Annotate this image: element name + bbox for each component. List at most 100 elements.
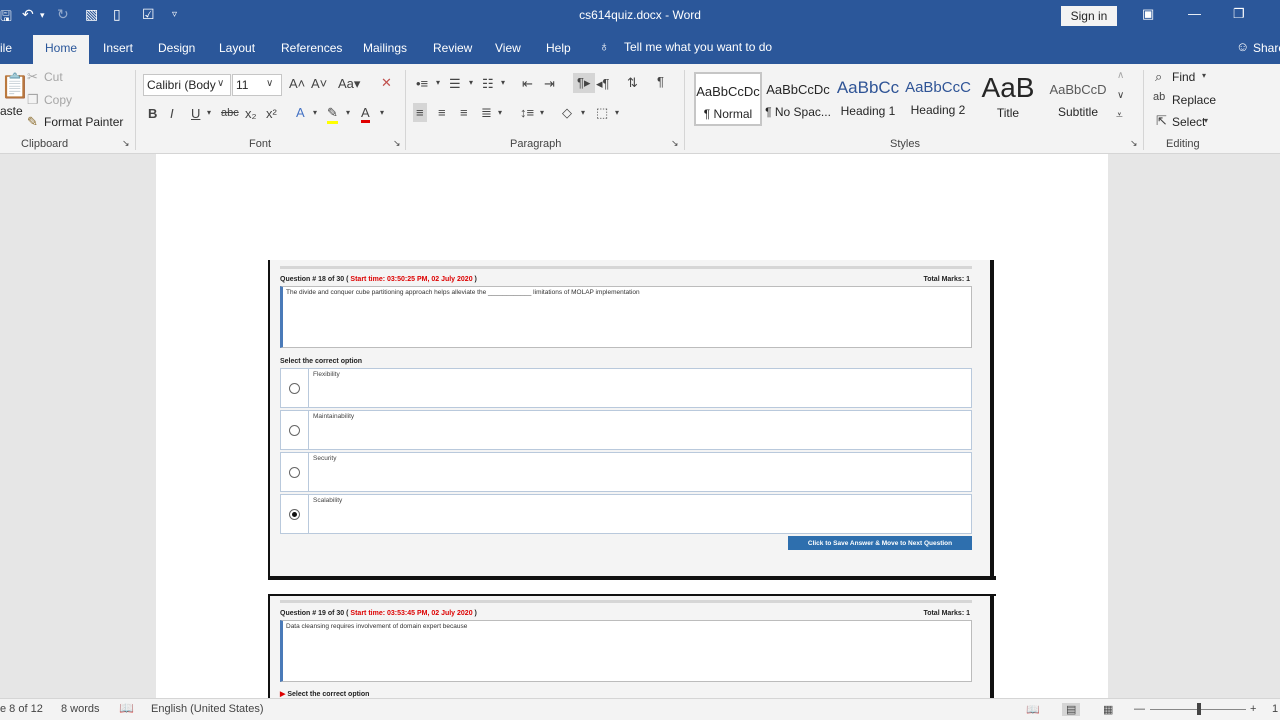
style-heading-2[interactable]: AaBbCcC Heading 2 bbox=[904, 72, 972, 126]
ribbon-display-icon[interactable]: ▣ bbox=[1142, 6, 1154, 22]
styles-scroll-down-icon[interactable]: ∨ bbox=[1117, 90, 1124, 101]
page-count[interactable]: e 8 of 12 bbox=[0, 703, 43, 715]
styles-scroll-up-icon[interactable]: ∧ bbox=[1117, 70, 1124, 81]
change-case-icon[interactable]: Aa▾ bbox=[338, 76, 360, 92]
find-button[interactable]: Find bbox=[1172, 70, 1195, 84]
cut-button[interactable]: Cut bbox=[44, 70, 63, 84]
style-normal[interactable]: AaBbCcDc ¶ Normal bbox=[694, 72, 762, 126]
zoom-in-icon[interactable]: + bbox=[1250, 703, 1256, 715]
chevron-down-icon[interactable]: ▾ bbox=[1202, 71, 1206, 80]
option-row[interactable]: Security bbox=[280, 452, 972, 492]
replace-button[interactable]: Replace bbox=[1172, 93, 1216, 107]
style-subtitle[interactable]: AaBbCcD Subtitle bbox=[1044, 72, 1112, 126]
multilevel-list-icon[interactable]: ☷ bbox=[482, 76, 494, 92]
show-formatting-icon[interactable]: ¶ bbox=[657, 74, 664, 89]
chevron-down-icon[interactable]: ▾ bbox=[346, 108, 350, 117]
chevron-down-icon[interactable]: ∨ bbox=[217, 78, 224, 89]
chevron-down-icon[interactable]: ▾ bbox=[436, 78, 440, 87]
web-layout-icon[interactable]: ▦ bbox=[1103, 703, 1113, 716]
bullets-icon[interactable]: •≡ bbox=[416, 76, 428, 91]
copy-button[interactable]: Copy bbox=[44, 93, 72, 107]
tab-review[interactable]: Review bbox=[433, 41, 472, 55]
tab-help[interactable]: Help bbox=[546, 41, 571, 55]
find-icon[interactable]: ⌕ bbox=[1155, 69, 1162, 85]
chevron-down-icon[interactable]: ▾ bbox=[207, 108, 211, 117]
borders-icon[interactable]: ⬚ bbox=[596, 105, 608, 121]
sign-in-button[interactable]: Sign in bbox=[1061, 6, 1117, 26]
select-button[interactable]: Select bbox=[1172, 115, 1205, 129]
option-row[interactable]: Maintainability bbox=[280, 410, 972, 450]
share-button[interactable]: Share bbox=[1253, 41, 1280, 55]
shrink-font-icon[interactable]: A˅ bbox=[311, 76, 327, 91]
style-heading-1[interactable]: AaBbCc Heading 1 bbox=[834, 72, 902, 126]
option-row[interactable]: Flexibility bbox=[280, 368, 972, 408]
option-radio-selected[interactable] bbox=[289, 509, 300, 520]
option-radio[interactable] bbox=[289, 467, 300, 478]
chevron-down-icon[interactable]: ∨ bbox=[266, 78, 273, 89]
save-next-button[interactable]: Click to Save Answer & Move to Next Ques… bbox=[788, 536, 972, 550]
strikethrough-icon[interactable]: abc bbox=[221, 107, 239, 119]
select-cursor-icon[interactable]: ⇱ bbox=[1156, 113, 1167, 129]
rtl-text-icon[interactable]: ◂¶ bbox=[596, 76, 610, 92]
underline-icon[interactable]: U bbox=[191, 106, 200, 121]
zoom-out-icon[interactable]: — bbox=[1134, 703, 1145, 715]
styles-more-icon[interactable]: ⩡ bbox=[1116, 108, 1123, 123]
clear-formatting-icon[interactable]: ✕ bbox=[381, 75, 392, 91]
paste-label[interactable]: aste bbox=[0, 104, 23, 118]
chevron-down-icon[interactable]: ▾ bbox=[615, 108, 619, 117]
cut-icon[interactable]: ✂ bbox=[27, 69, 38, 85]
tab-home[interactable]: Home bbox=[33, 35, 90, 64]
print-layout-icon[interactable]: ▤ bbox=[1062, 703, 1081, 716]
sort-icon[interactable]: ⇅ bbox=[627, 75, 638, 91]
clipboard-launcher-icon[interactable]: ↘ bbox=[122, 138, 130, 149]
justify-icon[interactable]: ≣ bbox=[481, 105, 492, 121]
subscript-icon[interactable]: x₂ bbox=[245, 106, 257, 121]
ltr-text-icon[interactable]: ¶▸ bbox=[573, 73, 595, 93]
copy-icon[interactable]: ❐ bbox=[27, 92, 39, 108]
text-effects-icon[interactable]: A bbox=[296, 105, 305, 120]
replace-icon[interactable]: ab bbox=[1153, 91, 1165, 103]
option-row[interactable]: Scalability bbox=[280, 494, 972, 534]
zoom-slider-thumb[interactable] bbox=[1197, 703, 1201, 715]
tab-layout[interactable]: Layout bbox=[219, 41, 255, 55]
grow-font-icon[interactable]: A˄ bbox=[289, 76, 305, 91]
format-painter-button[interactable]: Format Painter bbox=[44, 115, 123, 129]
zoom-level[interactable]: 1 bbox=[1272, 703, 1278, 715]
chevron-down-icon[interactable]: ▾ bbox=[498, 108, 502, 117]
option-radio[interactable] bbox=[289, 383, 300, 394]
language[interactable]: English (United States) bbox=[151, 703, 264, 715]
option-radio[interactable] bbox=[289, 425, 300, 436]
tab-view[interactable]: View bbox=[495, 41, 521, 55]
style-no-spacing[interactable]: AaBbCcDc ¶ No Spac... bbox=[764, 72, 832, 126]
minimize-icon[interactable]: — bbox=[1188, 6, 1201, 21]
italic-icon[interactable]: I bbox=[170, 106, 174, 121]
tell-me-search[interactable]: Tell me what you want to do bbox=[624, 40, 772, 54]
tab-file[interactable]: ile bbox=[0, 41, 12, 55]
bold-icon[interactable]: B bbox=[148, 106, 157, 121]
highlight-icon[interactable]: ✎ bbox=[327, 105, 338, 124]
tab-references[interactable]: References bbox=[281, 41, 342, 55]
tab-insert[interactable]: Insert bbox=[103, 41, 133, 55]
restore-icon[interactable]: ❐ bbox=[1233, 6, 1245, 22]
font-launcher-icon[interactable]: ↘ bbox=[393, 138, 401, 149]
numbering-icon[interactable]: ☰ bbox=[449, 76, 461, 92]
shading-icon[interactable]: ◇ bbox=[562, 105, 572, 121]
styles-launcher-icon[interactable]: ↘ bbox=[1130, 138, 1138, 149]
decrease-indent-icon[interactable]: ⇤ bbox=[522, 76, 533, 92]
font-size-combo[interactable]: 11 bbox=[232, 74, 282, 96]
document-canvas[interactable]: Question # 18 of 30 ( Start time: 03:50:… bbox=[0, 154, 1280, 698]
document-page[interactable]: Question # 18 of 30 ( Start time: 03:50:… bbox=[156, 154, 1108, 698]
font-color-icon[interactable]: A bbox=[361, 105, 370, 123]
superscript-icon[interactable]: x² bbox=[266, 106, 277, 121]
increase-indent-icon[interactable]: ⇥ bbox=[544, 76, 555, 92]
proofing-icon[interactable]: 📖 bbox=[119, 701, 134, 715]
chevron-down-icon[interactable]: ▾ bbox=[380, 108, 384, 117]
chevron-down-icon[interactable]: ▾ bbox=[501, 78, 505, 87]
read-mode-icon[interactable]: 📖 bbox=[1026, 703, 1040, 716]
tab-design[interactable]: Design bbox=[158, 41, 195, 55]
chevron-down-icon[interactable]: ▾ bbox=[581, 108, 585, 117]
paste-icon[interactable]: 📋 bbox=[0, 72, 30, 101]
align-right-icon[interactable]: ≡ bbox=[460, 105, 468, 120]
paragraph-launcher-icon[interactable]: ↘ bbox=[671, 138, 679, 149]
line-spacing-icon[interactable]: ↕≡ bbox=[520, 105, 534, 120]
